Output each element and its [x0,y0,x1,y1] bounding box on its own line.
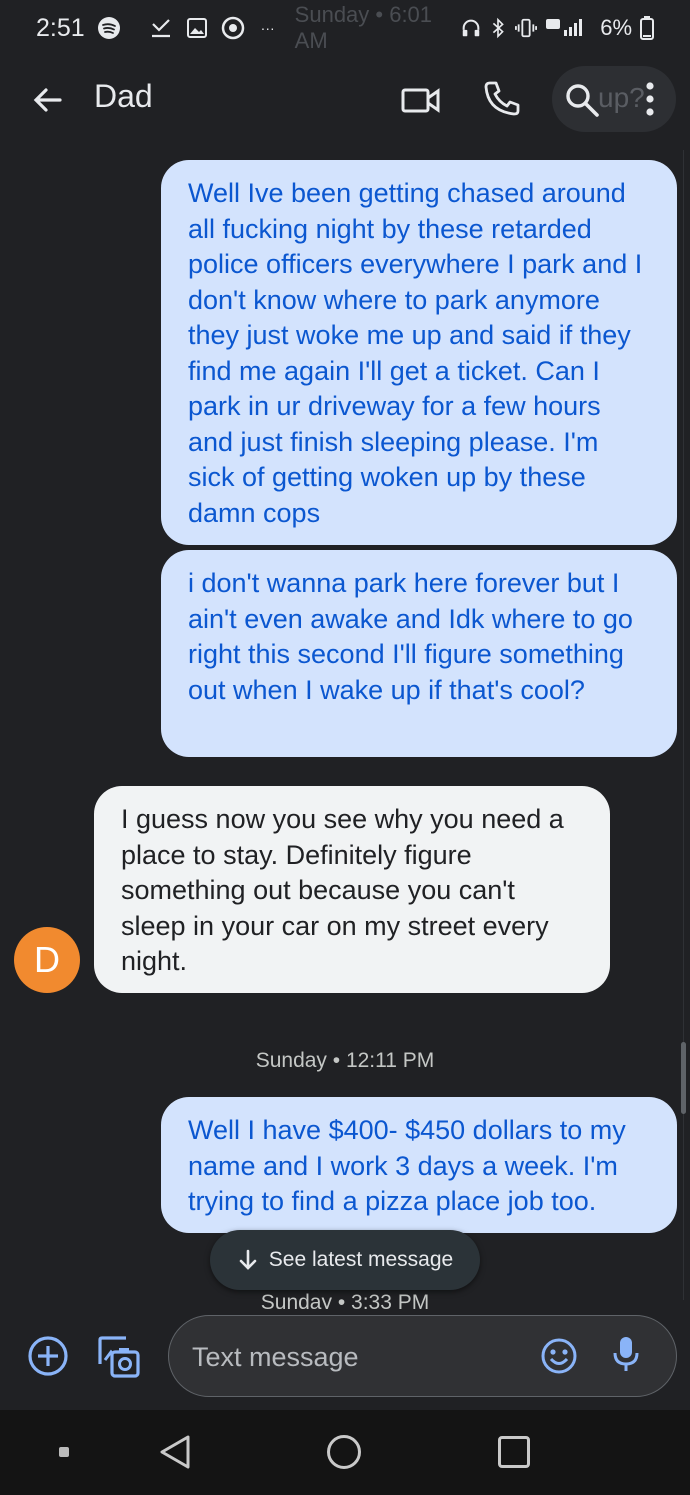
emoji-icon [541,1338,577,1374]
search-button[interactable] [562,80,602,120]
back-button[interactable] [28,80,68,120]
headset-icon [460,17,482,39]
avatar[interactable]: D [14,927,80,993]
outgoing-message-bubble[interactable]: Well I have $400- $450 dollars to my nam… [161,1097,677,1233]
outgoing-message-bubble[interactable]: i don't wanna park here forever but I ai… [161,550,677,757]
signal-4g-lte-icon [546,16,592,40]
phone-icon [484,81,520,116]
chrome-icon [221,16,245,40]
triangle-back-icon [160,1435,190,1469]
more-notifications-icon: ··· [260,20,275,36]
add-circle-icon [28,1336,68,1376]
message-text: i don't wanna park here forever but I ai… [188,568,633,705]
video-camera-icon [401,88,440,113]
app-bar: Dad up? [0,56,690,142]
scroll-track [683,150,684,1300]
text-message-input[interactable] [192,1340,512,1374]
nav-overview-button[interactable] [498,1436,530,1468]
bluetooth-icon [490,17,506,39]
microphone-icon [613,1337,639,1371]
conversation-title[interactable]: Dad [94,78,153,115]
see-latest-message-label: See latest message [268,1248,454,1271]
gallery-camera-icon [98,1336,140,1378]
voice-input-button[interactable] [612,1334,640,1374]
incoming-message-bubble[interactable]: I guess now you see why you need a place… [94,786,610,993]
more-vert-icon [646,82,654,116]
nav-home-button[interactable] [327,1435,361,1469]
nav-small-square-icon [59,1447,69,1457]
status-time: 2:51 [36,13,85,42]
status-bar: 2:51 ··· Sunday • 6:01 AM 6% [0,0,690,56]
message-timestamp-partial: Sunday • 3:33 PM [260,1291,430,1309]
spotify-icon [97,16,121,40]
add-attachment-button[interactable] [26,1334,70,1378]
overlay-ghost-timestamp: Sunday • 6:01 AM [294,2,433,53]
message-timestamp: Sunday • 12:11 PM [255,1049,435,1072]
message-text: Well Ive been getting chased around all … [188,178,643,528]
video-call-button[interactable] [400,80,442,120]
gallery-button[interactable] [96,1334,142,1380]
check-download-icon [149,16,173,40]
see-latest-message-button[interactable]: See latest message [210,1230,480,1290]
battery-percentage: 6% [600,15,632,40]
outgoing-message-bubble[interactable]: Well Ive been getting chased around all … [161,160,677,545]
arrow-back-icon [33,88,62,112]
phone-call-button[interactable] [482,78,522,118]
vibrate-icon [514,17,538,39]
message-text: Well I have $400- $450 dollars to my nam… [188,1115,626,1216]
message-text: I guess now you see why you need a place… [121,804,564,976]
battery-icon [640,16,654,40]
search-icon [566,84,599,117]
image-icon [185,16,209,40]
more-options-button[interactable] [638,78,662,120]
emoji-button[interactable] [540,1337,578,1375]
nav-back-button[interactable] [158,1433,192,1471]
arrow-down-icon [239,1249,257,1270]
